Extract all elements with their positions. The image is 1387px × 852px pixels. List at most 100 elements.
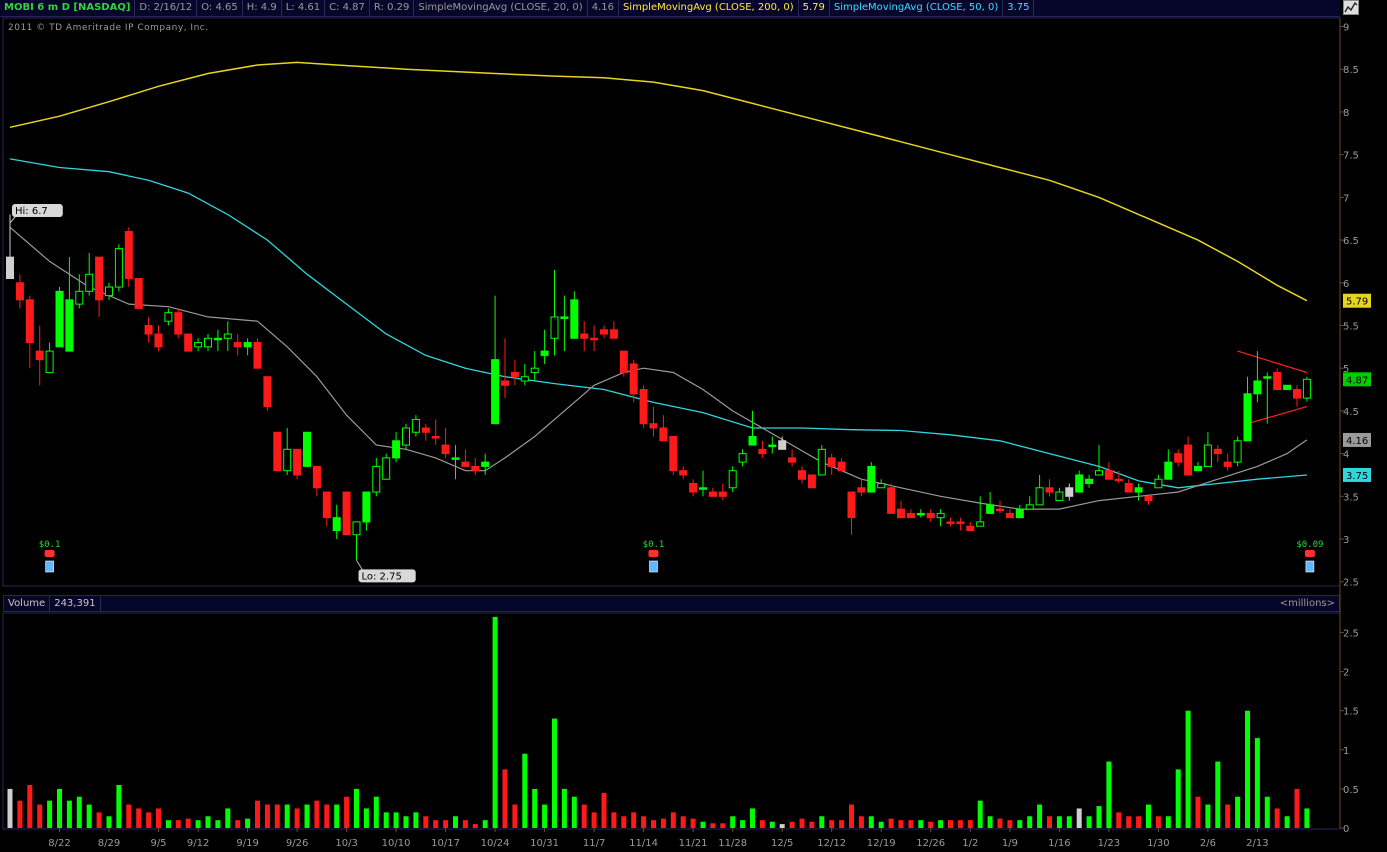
volume-tick-label: 1.5 xyxy=(1343,707,1359,718)
candle-body xyxy=(966,525,975,531)
volume-bar xyxy=(393,812,399,828)
wedge-lower-line xyxy=(1247,406,1308,425)
candle-body xyxy=(6,256,14,280)
candle-body xyxy=(1114,478,1123,482)
dividend-label: $0.1 xyxy=(39,540,61,550)
candle-body xyxy=(303,431,311,467)
date-tick-label: 10/3 xyxy=(335,838,357,849)
volume-bar xyxy=(225,808,231,828)
candle-body xyxy=(124,231,133,280)
date-tick-label: 10/17 xyxy=(431,838,460,849)
volume-bar xyxy=(443,820,449,828)
volume-bar xyxy=(641,816,647,828)
candle-body xyxy=(1035,487,1044,506)
volume-bar xyxy=(116,785,122,828)
volume-bar xyxy=(1146,804,1151,828)
volume-bar xyxy=(215,820,221,828)
volume-bar xyxy=(185,818,191,828)
candle-body xyxy=(134,278,143,309)
volume-bar xyxy=(1017,820,1023,828)
volume-bar xyxy=(621,816,627,828)
volume-bar xyxy=(1225,804,1231,828)
candle-body xyxy=(411,418,420,433)
candle-body xyxy=(352,521,361,536)
callout-text: Lo: 2.75 xyxy=(362,571,402,582)
volume-bar xyxy=(1215,761,1221,828)
candle-body xyxy=(362,491,371,523)
candle-body xyxy=(738,453,747,463)
candle-body xyxy=(699,487,707,490)
volume-bar xyxy=(868,816,874,828)
volume-bar xyxy=(720,823,726,828)
volume-bar xyxy=(205,816,211,828)
candle-body xyxy=(906,512,915,519)
candle-body xyxy=(431,436,440,439)
volume-bar xyxy=(759,820,765,828)
volume-bar xyxy=(571,796,577,828)
volume-bar xyxy=(730,816,736,828)
volume-bar xyxy=(363,808,369,828)
volume-bar xyxy=(413,812,419,828)
candle-body xyxy=(748,436,757,446)
candle-body xyxy=(877,483,886,489)
price-tick-label: 8.5 xyxy=(1343,65,1359,76)
candle-body xyxy=(1005,512,1014,519)
volume-bar xyxy=(294,808,300,828)
price-tick-label: 9 xyxy=(1343,23,1349,34)
candle-body xyxy=(481,461,490,467)
candle-body xyxy=(817,448,826,476)
candle-body xyxy=(600,329,608,335)
candle-body xyxy=(857,487,866,493)
volume-bar xyxy=(660,818,666,828)
candle-body xyxy=(629,363,638,395)
candle-body xyxy=(204,337,212,348)
volume-bar xyxy=(383,812,389,828)
dividend-label: $0.09 xyxy=(1296,540,1323,550)
candle-body xyxy=(550,316,559,339)
volume-tick-label: 0.5 xyxy=(1343,785,1359,796)
candle-body xyxy=(788,457,797,463)
candle-body xyxy=(1164,461,1173,480)
candle-body xyxy=(768,444,777,448)
price-volume-chart[interactable]: 2.533.544.555.566.577.588.5900.511.522.5… xyxy=(0,0,1387,852)
volume-bar xyxy=(819,816,825,828)
candle-body xyxy=(827,457,836,467)
volume-bar xyxy=(1274,808,1280,828)
date-tick-label: 12/12 xyxy=(817,838,846,849)
candle-body xyxy=(807,474,816,489)
volume-bar xyxy=(324,804,330,828)
candle-body xyxy=(986,504,995,514)
candle-body xyxy=(114,248,123,288)
flag-text: 4.16 xyxy=(1346,436,1368,447)
candle-body xyxy=(55,290,64,348)
volume-bar xyxy=(57,788,62,828)
candle-body xyxy=(916,512,925,516)
candle-body xyxy=(194,342,203,348)
candle-body xyxy=(798,470,806,480)
volume-bar xyxy=(542,804,548,828)
volume-bar xyxy=(1284,816,1290,828)
price-tick-label: 2.5 xyxy=(1343,578,1359,589)
candle-body xyxy=(1233,440,1242,463)
candle-body xyxy=(75,290,84,305)
candle-body xyxy=(1075,474,1084,493)
price-value-flag: 4.87 xyxy=(1343,372,1371,387)
price-tick-label: 7 xyxy=(1343,193,1349,204)
volume-bar xyxy=(274,804,280,828)
date-tick-label: 1/2 xyxy=(962,838,978,849)
candle-body xyxy=(1144,495,1153,502)
volume-bar xyxy=(977,800,983,828)
volume-bar xyxy=(502,769,508,828)
volume-bar xyxy=(304,804,310,828)
candle-body xyxy=(1203,444,1212,467)
volume-bar xyxy=(165,820,171,828)
candle-body xyxy=(263,376,272,408)
volume-bar xyxy=(908,820,914,828)
candle-body xyxy=(996,508,1004,512)
candle-body xyxy=(144,324,153,335)
candle-body xyxy=(421,427,430,433)
volume-bar xyxy=(948,820,953,828)
date-tick-label: 1/30 xyxy=(1147,838,1169,849)
volume-bar xyxy=(1007,820,1013,828)
candle-body xyxy=(1273,371,1282,391)
